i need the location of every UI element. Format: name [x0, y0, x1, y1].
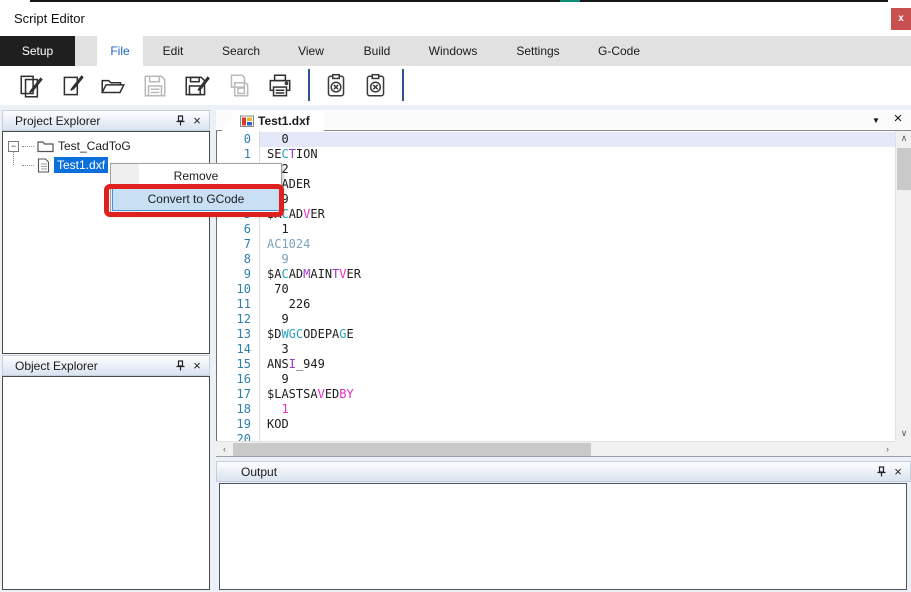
- editor-border: [216, 456, 911, 457]
- menu-windows[interactable]: Windows: [425, 36, 481, 66]
- project-node-label[interactable]: Test_CadToG: [58, 139, 131, 153]
- scroll-up-icon[interactable]: ∧: [896, 131, 911, 146]
- save-all-icon[interactable]: [223, 70, 255, 102]
- project-explorer-header: Project Explorer ×: [2, 110, 210, 131]
- file-icon: [37, 158, 50, 173]
- tab-label: Test1.dxf: [258, 114, 310, 128]
- object-explorer-body: [2, 376, 210, 590]
- code-line[interactable]: 12 9: [217, 312, 895, 327]
- code-line[interactable]: 19KOD: [217, 417, 895, 432]
- tab-test1-dxf[interactable]: Test1.dxf: [222, 111, 324, 131]
- scroll-right-icon[interactable]: ›: [880, 442, 895, 457]
- code-line[interactable]: 20: [217, 432, 895, 441]
- tree-connector: [22, 146, 34, 147]
- menu-setup[interactable]: Setup: [0, 36, 75, 66]
- code-line[interactable]: 18 1: [217, 402, 895, 417]
- object-explorer-header: Object Explorer ×: [2, 355, 210, 376]
- edit-script-icon[interactable]: [57, 70, 89, 102]
- context-menu-item-remove[interactable]: Remove: [112, 166, 280, 187]
- toolbar: [0, 66, 911, 105]
- code-line[interactable]: 10 70: [217, 282, 895, 297]
- output-panel-body: [219, 483, 907, 590]
- code-line[interactable]: 9$ACADMAINTVER: [217, 267, 895, 282]
- toolbar-separator: [308, 69, 310, 101]
- pin-icon[interactable]: [172, 113, 188, 129]
- vertical-scrollbar-thumb[interactable]: [897, 148, 911, 190]
- code-line[interactable]: 0 0: [217, 132, 895, 147]
- code-line[interactable]: 15ANSI_949: [217, 357, 895, 372]
- code-lines: 0 01SECTION2 23HEADER4 95$ACADVER6 17AC1…: [217, 132, 895, 441]
- code-line[interactable]: 17$LASTSAVEDBY: [217, 387, 895, 402]
- code-line[interactable]: 1SECTION: [217, 147, 895, 162]
- project-explorer-title: Project Explorer: [3, 114, 172, 128]
- pin-icon[interactable]: [873, 464, 889, 480]
- output-title: Output: [217, 465, 873, 479]
- code-line[interactable]: 8 9: [217, 252, 895, 267]
- code-line[interactable]: 3HEADER: [217, 177, 895, 192]
- code-line[interactable]: 11 226: [217, 297, 895, 312]
- scrollbar-corner: [895, 441, 911, 456]
- open-folder-icon[interactable]: [97, 70, 129, 102]
- window-close-button[interactable]: x: [891, 8, 911, 30]
- titlebar: Script Editor x: [0, 2, 911, 36]
- save-icon[interactable]: [139, 70, 171, 102]
- toolbar-separator: [402, 69, 404, 101]
- clear-all-clipboard-icon[interactable]: [360, 70, 392, 102]
- code-line[interactable]: 5$ACADVER: [217, 207, 895, 222]
- code-editor[interactable]: 0 01SECTION2 23HEADER4 95$ACADVER6 17AC1…: [216, 131, 895, 441]
- context-menu-item-convert-to-gcode[interactable]: Convert to GCode: [112, 188, 280, 211]
- code-line[interactable]: 7AC1024: [217, 237, 895, 252]
- tree-connector: [22, 165, 34, 166]
- tree-node-file[interactable]: Test1.dxf: [8, 156, 108, 174]
- code-line[interactable]: 13$DWGCODEPAGE: [217, 327, 895, 342]
- menu-bar: Setup File Edit Search View Build Window…: [0, 36, 911, 66]
- tab-close-icon[interactable]: ×: [890, 110, 906, 128]
- vertical-scrollbar[interactable]: ∧ ∨: [895, 131, 911, 441]
- print-icon[interactable]: [264, 70, 296, 102]
- scroll-left-icon[interactable]: ‹: [217, 442, 232, 457]
- collapse-icon[interactable]: −: [8, 141, 19, 152]
- script-editor-window: Script Editor x Setup File Edit Search V…: [0, 0, 911, 592]
- file-node-label[interactable]: Test1.dxf: [54, 157, 108, 173]
- tree-node-project[interactable]: − Test_CadToG: [8, 137, 131, 155]
- code-line[interactable]: 6 1: [217, 222, 895, 237]
- horizontal-scrollbar-thumb[interactable]: [233, 443, 591, 456]
- folder-icon: [37, 139, 54, 153]
- output-panel-header: Output ×: [216, 461, 911, 482]
- code-line[interactable]: 14 3: [217, 342, 895, 357]
- object-explorer-title: Object Explorer: [3, 359, 172, 373]
- scroll-down-icon[interactable]: ∨: [896, 426, 911, 441]
- code-line[interactable]: 2 2: [217, 162, 895, 177]
- context-menu: Remove Convert to GCode: [110, 163, 282, 215]
- horizontal-scrollbar[interactable]: ‹ ›: [217, 441, 895, 456]
- close-icon[interactable]: ×: [188, 113, 206, 129]
- menu-gcode[interactable]: G-Code: [591, 36, 647, 66]
- close-icon[interactable]: ×: [889, 464, 907, 480]
- clear-clipboard-icon[interactable]: [320, 70, 352, 102]
- menu-build[interactable]: Build: [354, 36, 400, 66]
- menu-search[interactable]: Search: [214, 36, 268, 66]
- dxf-file-icon: [240, 115, 254, 127]
- pin-icon[interactable]: [172, 358, 188, 374]
- menu-settings[interactable]: Settings: [510, 36, 566, 66]
- close-icon[interactable]: ×: [188, 358, 206, 374]
- window-title: Script Editor: [14, 11, 85, 26]
- code-line[interactable]: 4 9: [217, 192, 895, 207]
- menu-edit[interactable]: Edit: [150, 36, 196, 66]
- copy-script-icon[interactable]: [16, 70, 48, 102]
- tab-list-dropdown-icon[interactable]: ▼: [868, 112, 884, 129]
- save-as-icon[interactable]: [181, 70, 213, 102]
- code-line[interactable]: 16 9: [217, 372, 895, 387]
- menu-file[interactable]: File: [97, 36, 143, 66]
- menu-view[interactable]: View: [288, 36, 334, 66]
